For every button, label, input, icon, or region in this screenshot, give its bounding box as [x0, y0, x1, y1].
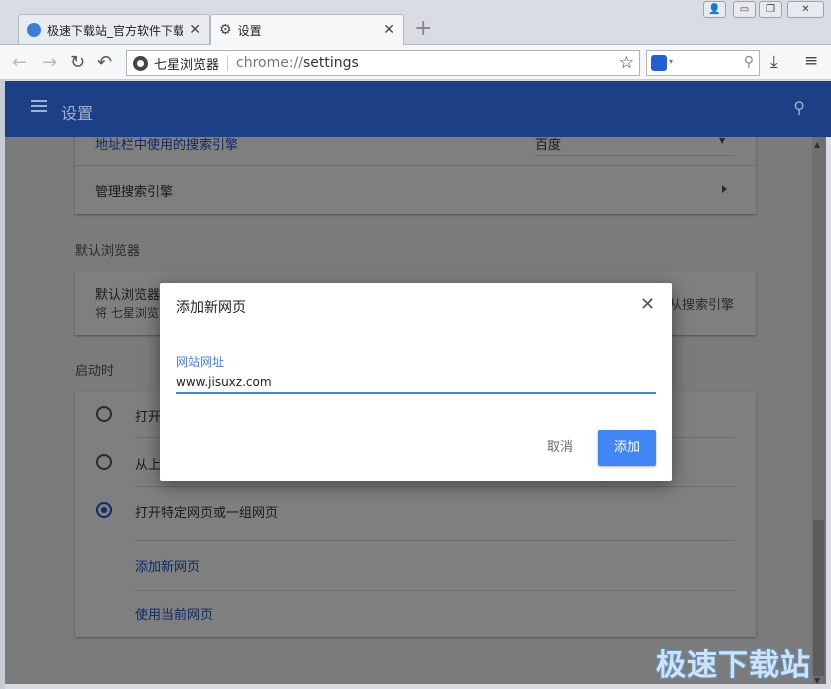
- chevron-right-icon: [722, 185, 727, 193]
- search-engine-select[interactable]: 百度: [535, 137, 561, 153]
- back-icon[interactable]: ←: [12, 52, 27, 73]
- scrollbar-thumb[interactable]: [813, 520, 824, 676]
- cancel-button[interactable]: 取消: [534, 433, 586, 463]
- tab-title: 极速下载站_官方软件下载: [47, 23, 184, 38]
- add-page-dialog: 添加新网页 ✕ 网站网址 取消 添加: [160, 283, 672, 481]
- search-icon[interactable]: ⚲: [793, 98, 805, 117]
- manage-search-engines[interactable]: 管理搜索引擎: [95, 181, 173, 200]
- chevron-down-icon[interactable]: ▾: [669, 57, 673, 66]
- divider: [227, 55, 229, 71]
- page-title: 设置: [61, 104, 94, 123]
- startup-option-label: 打开: [135, 410, 162, 425]
- divider: [75, 165, 756, 166]
- url-text[interactable]: chrome://settings: [236, 55, 359, 71]
- divider: [135, 590, 735, 591]
- tab-jisuxz[interactable]: 极速下载站_官方软件下载 ✕: [18, 14, 210, 45]
- divider: [135, 486, 735, 487]
- startup-radio-2[interactable]: [96, 454, 112, 470]
- globe-icon: [27, 23, 41, 37]
- search-icon[interactable]: ⚲: [744, 54, 754, 70]
- close-icon[interactable]: ✕: [640, 294, 655, 315]
- browser-logo-icon: [133, 55, 148, 71]
- use-current-pages-link[interactable]: 使用当前网页: [135, 604, 213, 623]
- add-button[interactable]: 添加: [598, 430, 656, 466]
- download-icon[interactable]: ⤓: [770, 52, 778, 72]
- watermark-logo: 极速下载站: [656, 648, 811, 683]
- url-input[interactable]: [176, 372, 656, 394]
- gear-icon: ⚙: [219, 22, 232, 38]
- scroll-up-icon[interactable]: ▲: [814, 140, 820, 149]
- startup-option-label: 从上: [135, 458, 162, 473]
- divider: [135, 540, 735, 541]
- close-icon[interactable]: ✕: [383, 22, 395, 38]
- browser-toolbar: ← → ↻ ↶ 七星浏览器 chrome://settings ☆ 🐾 ▾ ⚲ …: [0, 44, 831, 80]
- search-engine-label: 地址栏中使用的搜索引擎: [95, 138, 239, 153]
- url-field-label: 网站网址: [176, 355, 225, 369]
- startup-radio-1[interactable]: [96, 406, 112, 422]
- search-box[interactable]: 🐾 ▾ ⚲: [646, 50, 760, 76]
- close-window-button[interactable]: ✕: [787, 1, 824, 18]
- startup-option-label: 打开特定网页或一组网页: [135, 506, 279, 521]
- add-new-page-link[interactable]: 添加新网页: [135, 556, 200, 575]
- baidu-icon[interactable]: 🐾: [651, 55, 667, 71]
- reload-icon[interactable]: ↻: [70, 52, 85, 73]
- startup-radio-3[interactable]: [96, 502, 112, 518]
- restore-button[interactable]: ❐: [759, 1, 782, 18]
- forward-icon[interactable]: →: [42, 52, 57, 73]
- tab-title: 设置: [237, 23, 262, 38]
- default-browser-label: 默认浏览器: [95, 288, 161, 303]
- search-engine-card: 地址栏中使用的搜索引擎 百度 ▼ 管理搜索引擎: [75, 137, 756, 214]
- address-bar[interactable]: 七星浏览器 chrome://settings ☆: [126, 50, 640, 76]
- title-bar: 极速下载站_官方软件下载 ✕ ⚙ 设置 ✕ + 👤 ▭ ❐ ✕: [0, 0, 831, 45]
- tab-settings[interactable]: ⚙ 设置 ✕: [210, 14, 404, 45]
- section-startup: 启动时: [75, 364, 115, 379]
- dialog-title: 添加新网页: [176, 300, 246, 316]
- new-tab-button[interactable]: +: [414, 16, 432, 41]
- bookmark-star-icon[interactable]: ☆: [619, 53, 634, 73]
- section-default-browser: 默认浏览器: [75, 244, 141, 259]
- settings-header: 设置 ⚲: [5, 81, 831, 137]
- default-browser-desc: 将 七星浏览: [95, 306, 159, 320]
- default-browser-action[interactable]: 从搜索引擎: [669, 294, 734, 313]
- hamburger-icon[interactable]: [31, 100, 47, 112]
- minimize-button[interactable]: ▭: [733, 1, 756, 18]
- close-icon[interactable]: ✕: [189, 22, 201, 38]
- scroll-down-icon[interactable]: ▼: [814, 676, 820, 685]
- chevron-down-icon: ▼: [719, 137, 726, 145]
- undo-icon[interactable]: ↶: [97, 52, 112, 73]
- select-underline: [535, 155, 735, 156]
- browser-name: 七星浏览器: [154, 57, 220, 73]
- menu-icon[interactable]: ≡: [804, 51, 818, 71]
- user-icon[interactable]: 👤: [703, 1, 726, 18]
